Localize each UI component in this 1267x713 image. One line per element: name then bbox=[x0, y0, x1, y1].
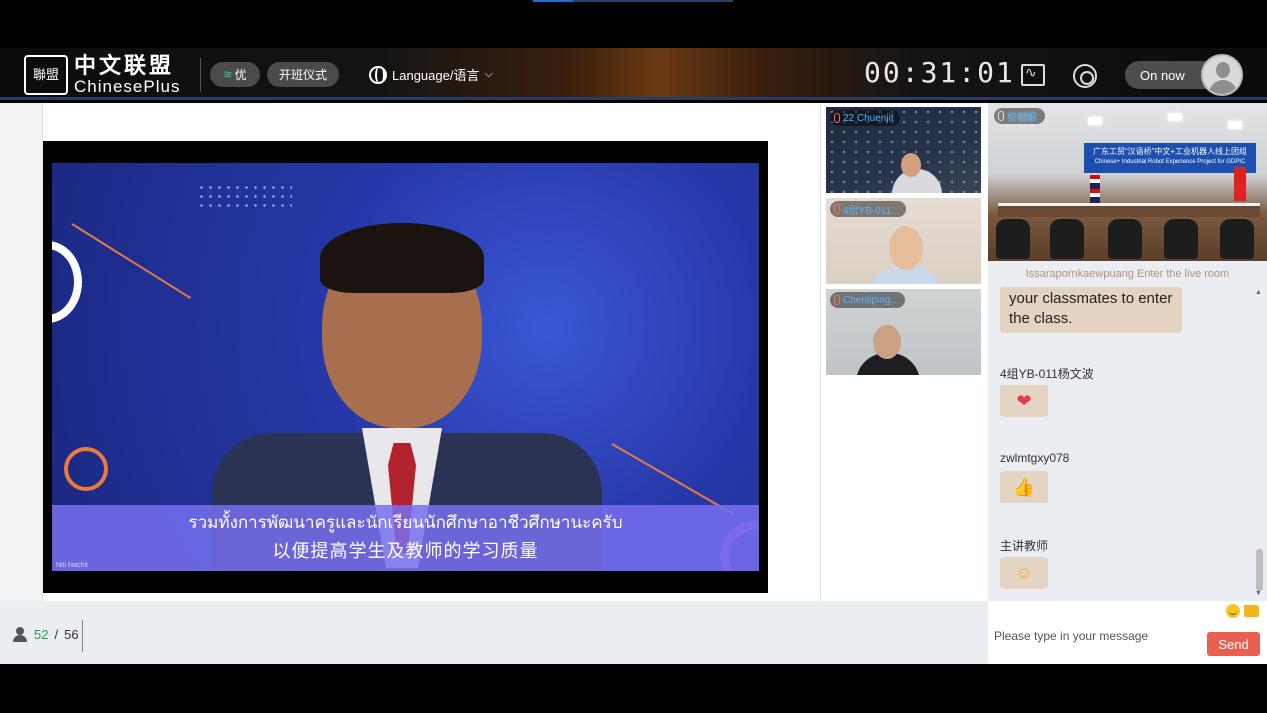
participant-name: Chenliping... bbox=[843, 294, 899, 306]
decor-ring-orange bbox=[64, 447, 108, 491]
chat-scrollbar[interactable]: ▲ ▼ bbox=[1254, 285, 1264, 599]
teacher-name: 黎明眼 bbox=[1007, 112, 1037, 124]
chat-bubble: ☺ bbox=[1000, 557, 1048, 589]
emoji-picker-icon[interactable] bbox=[1226, 604, 1240, 618]
room-banner: 广东工贸“汉语桥”中文+工业机器人线上团组 Chinese+ Industria… bbox=[1084, 143, 1256, 173]
chinese-flag bbox=[1234, 167, 1246, 201]
chat-bubble: 👍 bbox=[1000, 471, 1048, 503]
logo: 聯盟 中文联盟 ChinesePlus bbox=[24, 54, 180, 96]
opening-ceremony-button[interactable]: 开班仪式 bbox=[267, 62, 339, 87]
thumbs-up-emoji-icon: 👍 bbox=[1012, 476, 1036, 497]
message-input[interactable] bbox=[994, 625, 1194, 647]
network-quality-button[interactable]: ≋ 优 bbox=[210, 62, 260, 87]
participant-label: Chenliping... bbox=[830, 292, 905, 308]
subtitle-chinese: 以便提高学生及教师的学习质量 bbox=[272, 541, 539, 561]
mic-muted-icon bbox=[834, 113, 840, 123]
status-label: On now bbox=[1140, 67, 1185, 83]
header-divider bbox=[200, 58, 201, 92]
monitor-icon[interactable] bbox=[1021, 64, 1045, 86]
participant-name: 22 Chuenjit bbox=[843, 112, 894, 124]
speaker-name: Niti Nachit bbox=[56, 562, 88, 569]
decor-ring-white bbox=[52, 241, 82, 323]
participant-video[interactable]: 4组YB-011... bbox=[826, 198, 981, 284]
app-window: 聯盟 中文联盟 ChinesePlus ≋ 优 开班仪式 Language/语言… bbox=[0, 0, 1267, 713]
chat-bubble: ❤ bbox=[1000, 385, 1048, 417]
language-label: Language/语言 bbox=[392, 68, 480, 83]
participant-label: 4组YB-011... bbox=[830, 201, 906, 217]
people-icon bbox=[13, 627, 28, 642]
speaker-video: รวมทั้งการพัฒนาครูและนักเรียนนักศึกษาอาช… bbox=[52, 163, 759, 571]
mic-icon bbox=[998, 111, 1004, 121]
scroll-down-icon[interactable]: ▼ bbox=[1255, 590, 1262, 597]
join-notice: Issarapornkaewpuang Enter the live room bbox=[1025, 268, 1230, 280]
top-progress-strip bbox=[533, 0, 733, 2]
bottom-divider bbox=[82, 620, 83, 652]
chat-composer: Send bbox=[988, 601, 1267, 664]
network-quality-label: 优 bbox=[234, 68, 247, 82]
main-video-stage: รวมทั้งการพัฒนาครูและนักเรียนนักศึกษาอาช… bbox=[43, 141, 768, 593]
participant-thumbnails: 22 Chuenjit 4组YB-011... Chenliping... bbox=[826, 107, 981, 380]
thai-flag bbox=[1090, 175, 1100, 203]
mic-muted-icon bbox=[834, 295, 840, 305]
chat-bubble: your classmates to enter the class. bbox=[1000, 287, 1182, 333]
total-count: 56 bbox=[64, 627, 79, 642]
participant-video[interactable]: 22 Chuenjit bbox=[826, 107, 981, 193]
smiley-emoji-icon: ☺ bbox=[1014, 562, 1034, 583]
left-gutter bbox=[0, 103, 43, 601]
hearts-emoji-icon: ❤ bbox=[1016, 390, 1032, 411]
record-icon[interactable] bbox=[1073, 64, 1097, 88]
chat-username: 4组YB-011杨文波 bbox=[1000, 367, 1094, 381]
chat-messages: your classmates to enter the class. 4组YB… bbox=[988, 285, 1267, 600]
chat-username: zwlmtgxy078 bbox=[1000, 451, 1070, 465]
participant-name: 4组YB-011... bbox=[843, 205, 900, 217]
opening-ceremony-label: 开班仪式 bbox=[279, 68, 328, 82]
send-button[interactable]: Send bbox=[1207, 632, 1260, 656]
logo-chinese-name: 中文联盟 bbox=[74, 53, 175, 79]
right-panel: 广东工贸“汉语桥”中文+工业机器人线上团组 Chinese+ Industria… bbox=[988, 103, 1267, 664]
wifi-icon: ≋ bbox=[223, 69, 233, 81]
teacher-video[interactable]: 广东工贸“汉语桥”中文+工业机器人线上团组 Chinese+ Industria… bbox=[988, 103, 1267, 261]
scroll-up-icon[interactable]: ▲ bbox=[1255, 289, 1262, 296]
user-avatar[interactable] bbox=[1201, 54, 1243, 96]
logo-english-name: ChinesePlus bbox=[74, 77, 181, 96]
logo-seal: 聯盟 bbox=[24, 55, 68, 95]
folder-icon[interactable] bbox=[1244, 605, 1259, 617]
bottom-bar: 52 / 56 bbox=[0, 601, 988, 664]
subtitle-bar: รวมทั้งการพัฒนาครูและนักเรียนนักศึกษาอาช… bbox=[52, 505, 759, 571]
teacher-label: 黎明眼 bbox=[994, 108, 1045, 124]
header-bar: 聯盟 中文联盟 ChinesePlus ≋ 优 开班仪式 Language/语言… bbox=[0, 48, 1267, 100]
count-separator: / bbox=[54, 627, 59, 642]
mic-muted-icon bbox=[834, 204, 840, 214]
conference-table bbox=[998, 203, 1260, 217]
subtitle-thai: รวมทั้งการพัฒนาครูและนักเรียนนักศึกษาอาช… bbox=[188, 513, 623, 532]
participant-label: 22 Chuenjit bbox=[830, 110, 900, 126]
chat-username: 主讲教师 bbox=[1000, 539, 1049, 553]
present-count: 52 bbox=[34, 627, 49, 642]
globe-icon bbox=[369, 65, 387, 84]
participant-video[interactable]: Chenliping... bbox=[826, 289, 981, 375]
scroll-thumb[interactable] bbox=[1256, 549, 1263, 591]
language-selector[interactable]: Language/语言 ⌵ bbox=[369, 65, 493, 84]
chevron-down-icon: ⌵ bbox=[484, 68, 493, 80]
decor-stripe bbox=[71, 223, 192, 300]
class-timer: 00:31:01 bbox=[864, 56, 1015, 89]
stage-divider bbox=[820, 103, 821, 601]
attendance-counter[interactable]: 52 / 56 bbox=[13, 627, 79, 642]
